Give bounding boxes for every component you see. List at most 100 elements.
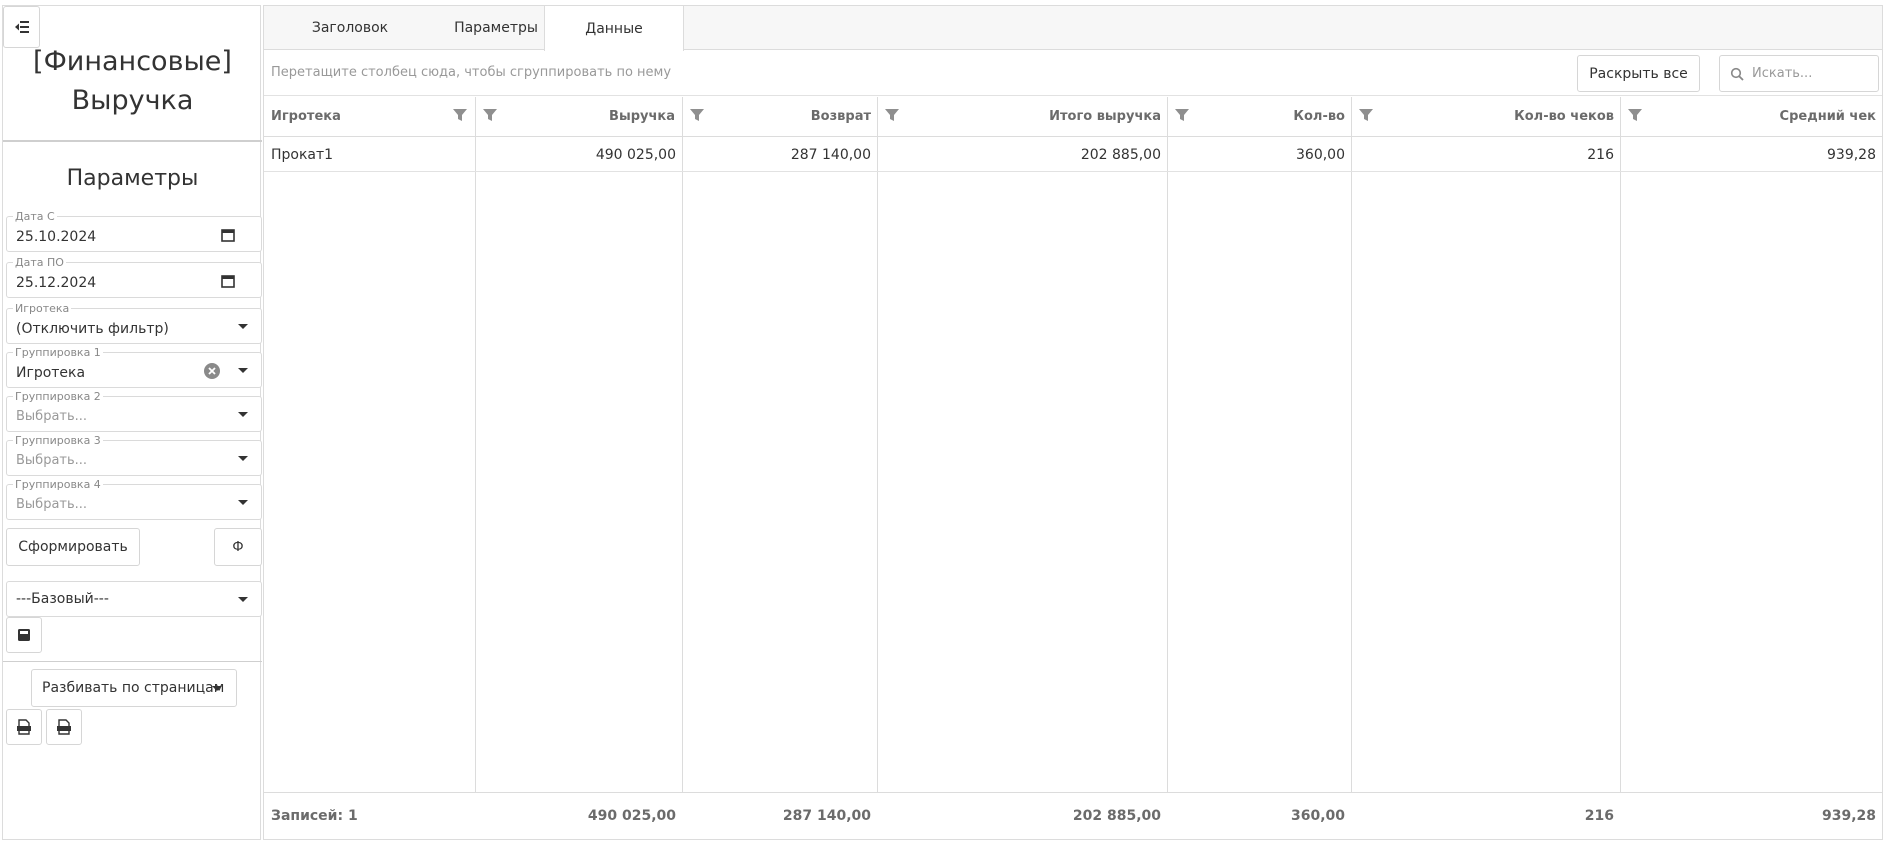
igroteka-select[interactable]: Игротека (Отключить фильтр) bbox=[6, 302, 262, 344]
tab-header[interactable]: Заголовок bbox=[264, 6, 436, 50]
grid-header-row: Игротека Выручка Возврат Итого выручка К… bbox=[264, 97, 1882, 137]
preset-value: ---Базовый--- bbox=[16, 591, 109, 607]
filter-icon[interactable] bbox=[452, 107, 468, 123]
report-title-line2: Выручка bbox=[71, 85, 194, 116]
search-box[interactable] bbox=[1719, 55, 1879, 92]
total-cell: 360,00 bbox=[1290, 808, 1345, 824]
column-divider bbox=[1352, 97, 1621, 839]
filter-icon[interactable] bbox=[884, 107, 900, 123]
calendar-icon[interactable] bbox=[221, 274, 235, 288]
date-to-value[interactable]: 25.12.2024 bbox=[16, 275, 96, 291]
report-title: [Финансовые] Выручка bbox=[3, 42, 262, 120]
generate-button[interactable]: Сформировать bbox=[6, 528, 140, 566]
menu-collapse-icon bbox=[14, 21, 29, 33]
column-divider bbox=[264, 97, 476, 839]
group2-select[interactable]: Группировка 2 Выбрать... bbox=[6, 390, 262, 432]
filter-icon[interactable] bbox=[1358, 107, 1374, 123]
column-header-label: Игротека bbox=[271, 109, 341, 124]
data-grid: Игротека Выручка Возврат Итого выручка К… bbox=[264, 97, 1882, 839]
table-cell: 939,28 bbox=[1827, 147, 1876, 163]
export-pdf-button[interactable] bbox=[46, 709, 82, 745]
report-title-line1: [Финансовые] bbox=[33, 46, 232, 77]
group4-label: Группировка 4 bbox=[13, 478, 103, 491]
chevron-down-icon[interactable] bbox=[238, 500, 248, 505]
search-input[interactable] bbox=[1752, 57, 1876, 90]
export-xls-button[interactable] bbox=[6, 709, 42, 745]
save-preset-button[interactable] bbox=[6, 617, 42, 653]
group1-value: Игротека bbox=[16, 365, 86, 381]
group-panel-hint[interactable]: Перетащите столбец сюда, чтобы сгруппиро… bbox=[271, 65, 671, 80]
total-cell: 216 bbox=[1584, 808, 1614, 824]
date-to-field[interactable]: Дата ПО 25.12.2024 bbox=[6, 256, 262, 298]
table-cell: 202 885,00 bbox=[1080, 147, 1161, 163]
pagination-label: Разбивать по страницам bbox=[42, 680, 225, 696]
chevron-down-icon[interactable] bbox=[238, 368, 248, 373]
tab-data[interactable]: Данные bbox=[544, 6, 684, 51]
column-header-quantity[interactable]: Кол-во bbox=[1168, 97, 1352, 137]
group4-placeholder: Выбрать... bbox=[16, 497, 88, 512]
group2-placeholder: Выбрать... bbox=[16, 409, 88, 424]
column-header-igroteka[interactable]: Игротека bbox=[264, 97, 476, 137]
grid-toolbar: Перетащите столбец сюда, чтобы сгруппиро… bbox=[264, 51, 1882, 96]
report-main-panel: Заголовок Параметры Данные Перетащите ст… bbox=[263, 5, 1883, 840]
clear-icon[interactable] bbox=[203, 362, 221, 380]
date-from-value[interactable]: 25.10.2024 bbox=[16, 229, 96, 245]
xls-export-icon bbox=[17, 719, 31, 735]
chevron-down-icon[interactable] bbox=[238, 456, 248, 461]
column-divider bbox=[476, 97, 683, 839]
total-cell: 287 140,00 bbox=[782, 808, 871, 824]
table-cell: 360,00 bbox=[1296, 147, 1345, 163]
column-header-revenue[interactable]: Выручка bbox=[476, 97, 683, 137]
group3-select[interactable]: Группировка 3 Выбрать... bbox=[6, 434, 262, 476]
igroteka-label: Игротека bbox=[13, 302, 72, 315]
chevron-down-icon[interactable] bbox=[238, 412, 248, 417]
calendar-icon[interactable] bbox=[221, 228, 235, 242]
group3-placeholder: Выбрать... bbox=[16, 453, 88, 468]
igroteka-value: (Отключить фильтр) bbox=[16, 321, 169, 337]
group4-select[interactable]: Группировка 4 Выбрать... bbox=[6, 478, 262, 520]
column-divider bbox=[683, 97, 878, 839]
records-count: Записей: 1 bbox=[271, 808, 358, 824]
chevron-down-icon[interactable] bbox=[238, 324, 248, 329]
table-cell: 490 025,00 bbox=[595, 147, 676, 163]
column-header-total-revenue[interactable]: Итого выручка bbox=[878, 97, 1168, 137]
column-divider bbox=[1621, 97, 1882, 839]
parameters-heading: Параметры bbox=[66, 166, 199, 191]
total-cell: 202 885,00 bbox=[1072, 808, 1161, 824]
filter-icon[interactable] bbox=[689, 107, 705, 123]
date-to-label: Дата ПО bbox=[13, 256, 66, 269]
tab-bar: Заголовок Параметры Данные bbox=[264, 6, 1882, 51]
pagination-select[interactable]: Разбивать по страницам bbox=[31, 669, 237, 707]
group1-select[interactable]: Группировка 1 Игротека bbox=[6, 346, 262, 388]
column-header-label: Выручка bbox=[609, 109, 675, 124]
table-cell: 287 140,00 bbox=[790, 147, 871, 163]
table-cell: Прокат1 bbox=[271, 147, 334, 163]
group1-label: Группировка 1 bbox=[13, 346, 103, 359]
search-icon bbox=[1730, 67, 1744, 81]
divider bbox=[3, 661, 262, 662]
column-header-label: Итого выручка bbox=[1049, 109, 1161, 124]
column-header-label: Кол-во чеков bbox=[1514, 109, 1614, 124]
column-divider bbox=[1168, 97, 1352, 839]
filter-icon[interactable] bbox=[1627, 107, 1643, 123]
preset-select[interactable]: ---Базовый--- bbox=[6, 581, 262, 617]
filter-icon[interactable] bbox=[1174, 107, 1190, 123]
parameters-sidebar: [Финансовые] Выручка Параметры Дата С 25… bbox=[2, 5, 262, 840]
table-cell: 216 bbox=[1587, 147, 1614, 163]
date-from-field[interactable]: Дата С 25.10.2024 bbox=[6, 210, 262, 252]
chevron-down-icon[interactable] bbox=[212, 686, 222, 691]
table-row[interactable]: Прокат1 490 025,00 287 140,00 202 885,00… bbox=[264, 138, 1882, 172]
pdf-export-icon bbox=[57, 719, 71, 735]
column-header-label: Кол-во bbox=[1293, 109, 1345, 124]
column-header-average-receipt[interactable]: Средний чек bbox=[1621, 97, 1882, 137]
filter-icon[interactable] bbox=[482, 107, 498, 123]
column-header-label: Возврат bbox=[810, 109, 871, 124]
column-header-receipts-count[interactable]: Кол-во чеков bbox=[1352, 97, 1621, 137]
tab-parameters[interactable]: Параметры bbox=[436, 6, 556, 50]
chevron-down-icon[interactable] bbox=[238, 597, 248, 602]
column-header-return[interactable]: Возврат bbox=[683, 97, 878, 137]
expand-all-button[interactable]: Раскрыть все bbox=[1577, 55, 1700, 92]
divider bbox=[3, 140, 262, 142]
formula-button[interactable]: Ф bbox=[214, 528, 262, 566]
column-divider bbox=[878, 97, 1168, 839]
